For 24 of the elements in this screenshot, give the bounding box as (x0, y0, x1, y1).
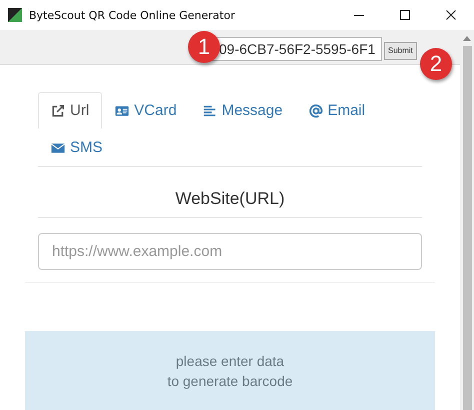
submit-button[interactable]: Submit (384, 42, 417, 60)
edit-icon (51, 104, 65, 118)
window-title: ByteScout QR Code Online Generator (29, 8, 235, 22)
envelope-icon (51, 140, 65, 154)
url-input-field[interactable]: https://www.example.com (38, 233, 422, 270)
callout-badge: 1 (188, 31, 220, 63)
tab[interactable]: Message (190, 92, 296, 129)
tab[interactable]: VCard (102, 92, 190, 129)
license-key-field[interactable]: 09-6CB7-56F2-5595-6F1 (210, 37, 382, 61)
tab[interactable]: Email (296, 92, 378, 129)
id-card-icon (115, 104, 130, 118)
at-sign-icon (308, 104, 323, 118)
tab[interactable]: Url (38, 92, 102, 129)
result-message: to generate barcode (167, 372, 293, 391)
tab[interactable]: SMS (38, 129, 116, 166)
scrollbar[interactable] (460, 30, 474, 410)
maximize-icon[interactable] (399, 9, 411, 21)
text-lines-icon (202, 104, 217, 118)
scroll-up-icon[interactable] (463, 35, 471, 41)
section-title: WebSite(URL) (174, 188, 286, 210)
result-message: please enter data (176, 352, 284, 371)
callout-badge: 2 (420, 48, 452, 80)
app-logo-icon (8, 8, 22, 22)
close-icon[interactable] (445, 9, 457, 21)
